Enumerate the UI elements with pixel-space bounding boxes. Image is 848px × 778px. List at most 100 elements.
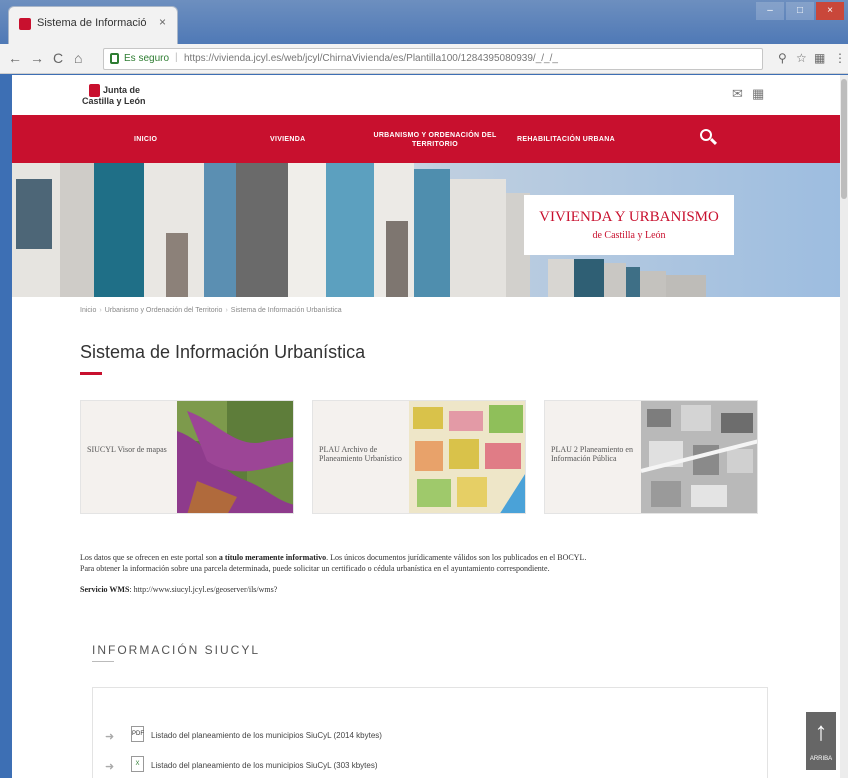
- card-label: PLAU Archivo de Planeamiento Urbanístico: [319, 445, 402, 463]
- card-map-thumbnail: [177, 401, 293, 513]
- nav-item-inicio[interactable]: INICIO: [134, 135, 157, 144]
- mail-icon[interactable]: ✉: [732, 86, 743, 102]
- address-separator: |: [175, 52, 178, 63]
- favicon-icon: [19, 18, 31, 30]
- back-to-top-button[interactable]: ↑ ARRIBA: [806, 712, 836, 770]
- excel-file-icon: X: [131, 756, 144, 772]
- nav-item-urbanismo[interactable]: URBANISMO Y ORDENACIÓN DEL TERRITORIO: [370, 131, 500, 149]
- hero-window: [16, 179, 52, 249]
- breadcrumb-item-current: Sistema de Información Urbanística: [230, 307, 342, 314]
- tab-title: Sistema de Información: [37, 17, 147, 29]
- hero-building: [326, 163, 374, 297]
- hero-banner: VIVIENDA Y URBANISMO de Castilla y León: [12, 163, 840, 297]
- nav-item-rehabilitacion[interactable]: REHABILITACIÓN URBANA: [517, 135, 615, 144]
- siucyl-underline: [92, 661, 114, 662]
- zoom-search-icon[interactable]: ⚲: [778, 51, 787, 65]
- wms-url[interactable]: : http://www.siucyl.jcyl.es/geoserver/il…: [129, 585, 277, 594]
- card-left-panel: PLAU Archivo de Planeamiento Urbanístico: [313, 401, 409, 513]
- hero-building: [204, 163, 236, 297]
- intro-line1: Los datos que se ofrecen en este portal …: [80, 553, 586, 563]
- breadcrumb-item-urbanismo[interactable]: Urbanismo y Ordenación del Territorio: [105, 307, 223, 314]
- address-bar[interactable]: Es seguro | https://vivienda.jcyl.es/web…: [103, 48, 763, 70]
- hero-building: [640, 271, 666, 297]
- maximize-button[interactable]: □: [786, 2, 814, 20]
- web-page: Junta de Castilla y León ✉ ▦ INICIO VIVI…: [12, 75, 840, 778]
- hero-subtitle: de Castilla y León: [592, 230, 666, 241]
- page-scrollbar[interactable]: [840, 75, 848, 778]
- main-navigation: INICIO VIVIENDA URBANISMO Y ORDENACIÓN D…: [12, 115, 840, 163]
- lock-icon: [110, 53, 119, 64]
- logo-line1: Junta de: [103, 85, 141, 95]
- search-icon-handle: [709, 137, 718, 146]
- wms-service: Servicio WMS: http://www.siucyl.jcyl.es/…: [80, 585, 277, 595]
- title-underline: [80, 372, 102, 375]
- card-label: SIUCYL Visor de mapas: [87, 445, 167, 454]
- breadcrumb-separator: ›: [225, 307, 228, 314]
- card-label: PLAU 2 Planeamiento en Información Públi…: [551, 445, 633, 463]
- grid-icon[interactable]: ▦: [752, 86, 764, 102]
- extensions-icon[interactable]: ▦: [814, 51, 825, 65]
- wms-label: Servicio WMS: [80, 585, 130, 594]
- breadcrumb: Inicio › Urbanismo y Ordenación del Territ…: [80, 307, 342, 314]
- hero-building: [548, 259, 574, 297]
- hero-building: [414, 169, 450, 297]
- star-icon[interactable]: ☆: [796, 51, 807, 65]
- arrow-right-icon: ➜: [105, 731, 115, 743]
- search-icon[interactable]: [698, 127, 718, 147]
- card-plau-archivo[interactable]: PLAU Archivo de Planeamiento Urbanístico: [312, 400, 526, 514]
- address-url[interactable]: https://vivienda.jcyl.es/web/jcyl/Chirna…: [184, 53, 744, 64]
- hero-building: [604, 263, 626, 297]
- breadcrumb-separator: ›: [99, 307, 102, 314]
- intro-line1-before: Los datos que se ofrecen en este portal …: [80, 553, 219, 562]
- card-map-thumbnail: [409, 401, 525, 513]
- pdf-file-icon: PDF: [131, 726, 144, 742]
- hero-building: [626, 267, 640, 297]
- download-link[interactable]: Listado del planeamiento de los municipi…: [151, 761, 378, 770]
- card-left-panel: PLAU 2 Planeamiento en Información Públi…: [545, 401, 641, 513]
- hero-door: [386, 221, 408, 297]
- intro-line1-bold: a título meramente informativo: [218, 553, 327, 562]
- siucyl-downloads: ➜ PDF Listado del planeamiento de los mu…: [92, 687, 768, 778]
- hero-building: [60, 163, 94, 297]
- forward-button[interactable]: →: [30, 50, 44, 66]
- intro-line1-after: . Los únicos documentos jurídicamente vá…: [326, 553, 587, 562]
- browser-toolbar: ← → C ⌂ Es seguro | https://vivienda.jcy…: [0, 44, 848, 74]
- logo-line2: Castilla y León: [82, 96, 146, 106]
- reload-button[interactable]: C: [53, 50, 63, 66]
- hero-title-card: VIVIENDA Y URBANISMO de Castilla y León: [524, 195, 734, 255]
- hero-building: [94, 163, 144, 297]
- arrow-up-icon: ↑: [814, 716, 828, 746]
- browser-tab[interactable]: Sistema de Información ×: [8, 6, 178, 44]
- home-button[interactable]: ⌂: [74, 50, 82, 66]
- back-button[interactable]: ←: [8, 50, 22, 66]
- card-left-panel: SIUCYL Visor de mapas: [81, 401, 177, 513]
- scrollbar-thumb[interactable]: [841, 79, 847, 199]
- close-window-button[interactable]: ×: [816, 2, 844, 20]
- breadcrumb-item-inicio[interactable]: Inicio: [80, 307, 96, 314]
- hero-building: [450, 179, 506, 297]
- hero-building: [666, 275, 706, 297]
- intro-line2: Para obtener la información sobre una pa…: [80, 564, 550, 573]
- download-link[interactable]: Listado del planeamiento de los municipi…: [151, 731, 382, 740]
- junta-logo[interactable]: Junta de Castilla y León: [82, 83, 172, 109]
- site-header: Junta de Castilla y León ✉ ▦: [12, 75, 840, 115]
- page-title: Sistema de Información Urbanística: [80, 342, 366, 362]
- browser-titlebar: Sistema de Información × – □ ×: [0, 0, 848, 44]
- card-map-thumbnail: [641, 401, 757, 513]
- nav-item-vivienda[interactable]: VIVIENDA: [270, 135, 305, 144]
- hero-door: [166, 233, 188, 297]
- hero-building: [288, 163, 326, 297]
- arrow-right-icon: ➜: [105, 761, 115, 773]
- secure-label: Es seguro: [124, 53, 170, 64]
- window-controls: – □ ×: [756, 2, 844, 20]
- hero-building: [236, 163, 288, 297]
- hero-building: [574, 259, 604, 297]
- back-to-top-label: ARRIBA: [809, 756, 833, 762]
- menu-icon[interactable]: ⋮: [834, 51, 846, 65]
- hero-title: VIVIENDA Y URBANISMO: [539, 209, 719, 225]
- siucyl-heading: INFORMACIÓN SIUCYL: [92, 643, 261, 657]
- card-plau2-informacion[interactable]: PLAU 2 Planeamiento en Información Públi…: [544, 400, 758, 514]
- tab-close-icon[interactable]: ×: [159, 15, 166, 29]
- card-siucyl-visor[interactable]: SIUCYL Visor de mapas: [80, 400, 294, 514]
- minimize-button[interactable]: –: [756, 2, 784, 20]
